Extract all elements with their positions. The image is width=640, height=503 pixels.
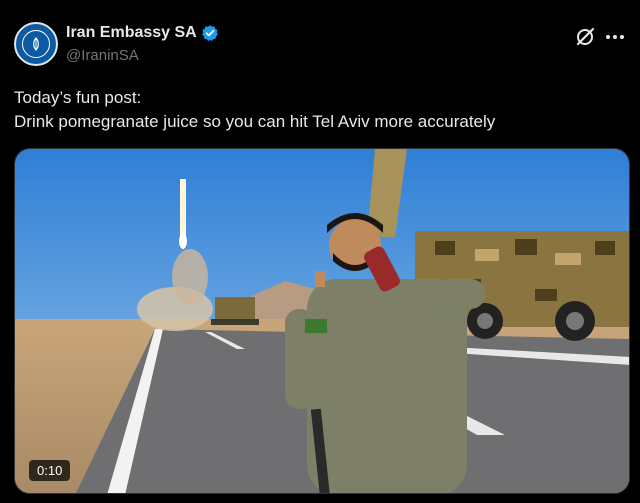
avatar[interactable] — [14, 22, 58, 66]
more-options-icon[interactable] — [604, 26, 626, 48]
post-text: Today’s fun post: Drink pomegranate juic… — [14, 86, 626, 134]
author-handle[interactable]: @IraninSA — [66, 47, 139, 64]
video-duration-badge: 0:10 — [29, 460, 71, 481]
emblem-icon — [22, 30, 50, 58]
video-frame — [15, 149, 629, 493]
verified-badge-icon[interactable] — [201, 24, 219, 42]
post-header: Iran Embassy SA @IraninSA — [14, 22, 626, 70]
video-player[interactable]: 0:10 — [14, 148, 630, 494]
author-name-row: Iran Embassy SA — [66, 24, 219, 42]
author-display-name[interactable]: Iran Embassy SA — [66, 24, 197, 42]
post-text-line-2: Drink pomegranate juice so you can hit T… — [14, 112, 496, 131]
grok-icon[interactable] — [574, 26, 596, 48]
post-text-line-1: Today’s fun post: — [14, 88, 142, 107]
